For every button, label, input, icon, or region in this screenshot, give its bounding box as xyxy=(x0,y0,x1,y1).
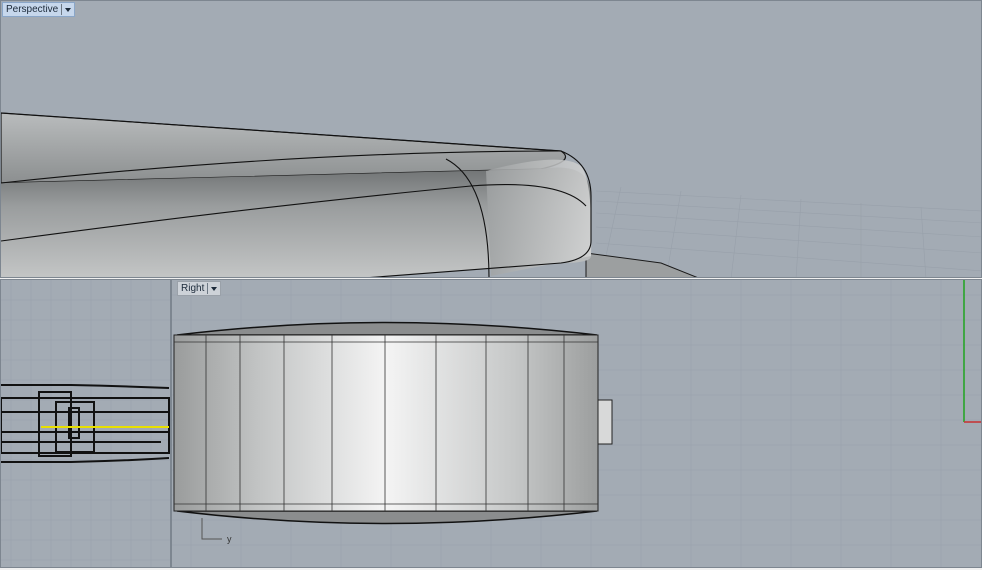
axis-gizmo-icon xyxy=(201,518,222,540)
right-viewport-title[interactable]: Right xyxy=(177,281,222,296)
section-profile xyxy=(1,384,170,463)
construction-grid xyxy=(1,280,170,567)
perspective-viewport-title[interactable]: Perspective xyxy=(2,2,76,17)
caret-down-icon[interactable] xyxy=(211,286,218,291)
perspective-scene[interactable] xyxy=(1,1,982,278)
front-viewport[interactable] xyxy=(0,279,171,568)
perspective-viewport[interactable]: Perspective xyxy=(0,0,982,278)
body-bottom-bulge xyxy=(176,510,598,525)
front-scene[interactable] xyxy=(1,280,171,568)
base-plate-surface xyxy=(585,252,698,277)
caret-down-icon[interactable] xyxy=(65,7,72,12)
cylinder-body xyxy=(173,334,599,512)
body-top-bulge xyxy=(176,321,598,336)
right-viewport[interactable]: y Right xyxy=(171,279,982,568)
nub-feature xyxy=(597,399,613,445)
axis-gizmo-label: y xyxy=(227,534,232,544)
perspective-label-text: Perspective xyxy=(6,4,63,15)
right-scene[interactable]: y xyxy=(172,280,982,568)
right-label-text: Right xyxy=(181,283,209,294)
body-fillet-corner xyxy=(486,159,592,276)
